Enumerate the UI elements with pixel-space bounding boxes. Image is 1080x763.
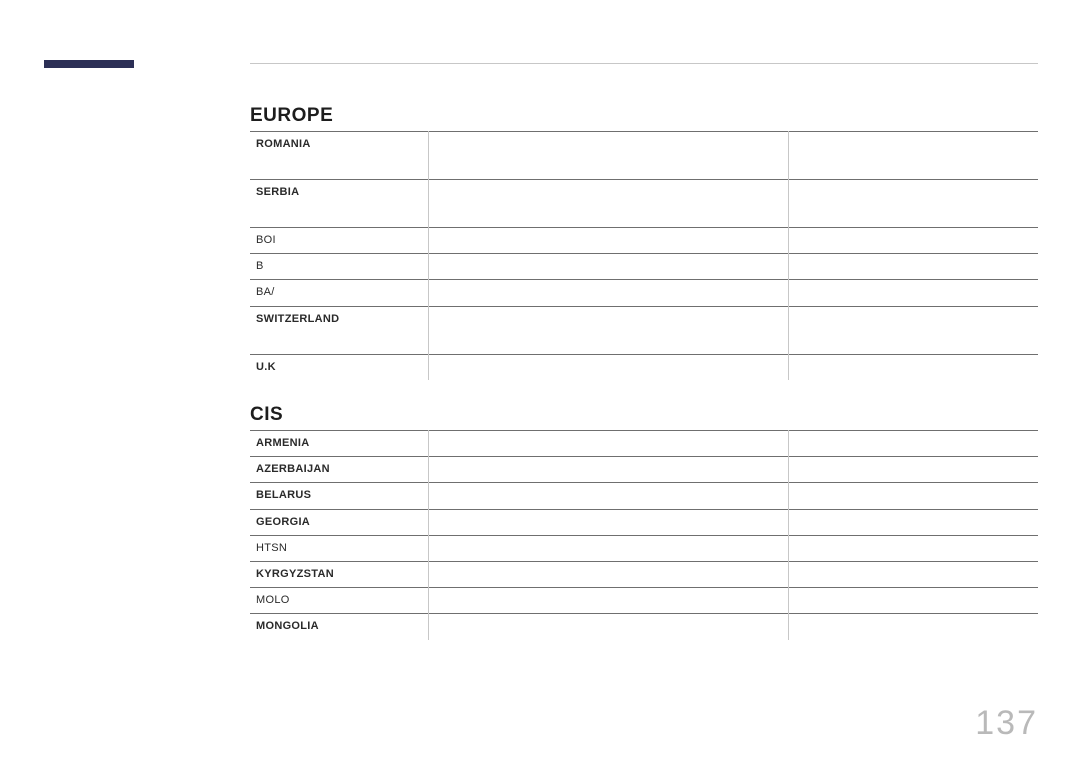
table-row: B [250, 254, 1038, 280]
country-label: BELARUS [256, 483, 422, 508]
table-row: MONGOLIA [250, 614, 1038, 640]
page-number: 137 [975, 704, 1038, 743]
country-label: GEORGIA [256, 510, 422, 535]
table-row: GEORGIA [250, 509, 1038, 535]
country-label: ROMANIA [256, 132, 422, 157]
content-area: EUROPE ROMANIA SERBIA BOI B [250, 95, 1038, 640]
table-row: BELARUS [250, 483, 1038, 509]
country-label: SWITZERLAND [256, 307, 422, 332]
section-title-cis: CIS [250, 404, 1038, 426]
table-row: HTSN [250, 535, 1038, 561]
europe-table: ROMANIA SERBIA BOI B BA/ [250, 131, 1038, 380]
table-row: AZERBAIJAN [250, 457, 1038, 483]
country-label: AZERBAIJAN [256, 457, 422, 482]
table-row: MOLO [250, 588, 1038, 614]
table-row: ROMANIA [250, 132, 1038, 180]
top-rule [250, 63, 1038, 64]
table-row: ARMENIA [250, 431, 1038, 457]
section-title-europe: EUROPE [250, 105, 1038, 127]
table-row: BA/ [250, 280, 1038, 306]
country-label: HTSN [256, 536, 422, 561]
cis-table: ARMENIA AZERBAIJAN BELARUS GEORGIA HTSN [250, 430, 1038, 640]
country-label: B [256, 254, 422, 279]
country-label: BA/ [256, 280, 422, 305]
table-row: KYRGYZSTAN [250, 562, 1038, 588]
country-label: MONGOLIA [256, 614, 422, 639]
page: EUROPE ROMANIA SERBIA BOI B [0, 0, 1080, 763]
country-label: ARMENIA [256, 431, 422, 456]
table-row: SERBIA [250, 180, 1038, 228]
accent-bar [44, 60, 134, 68]
table-row: BOI [250, 228, 1038, 254]
table-row: SWITZERLAND [250, 306, 1038, 354]
country-label: MOLO [256, 588, 422, 613]
country-label: SERBIA [256, 180, 422, 205]
country-label: U.K [256, 355, 422, 380]
table-row: U.K [250, 354, 1038, 380]
country-label: BOI [256, 228, 422, 253]
country-label: KYRGYZSTAN [256, 562, 422, 587]
